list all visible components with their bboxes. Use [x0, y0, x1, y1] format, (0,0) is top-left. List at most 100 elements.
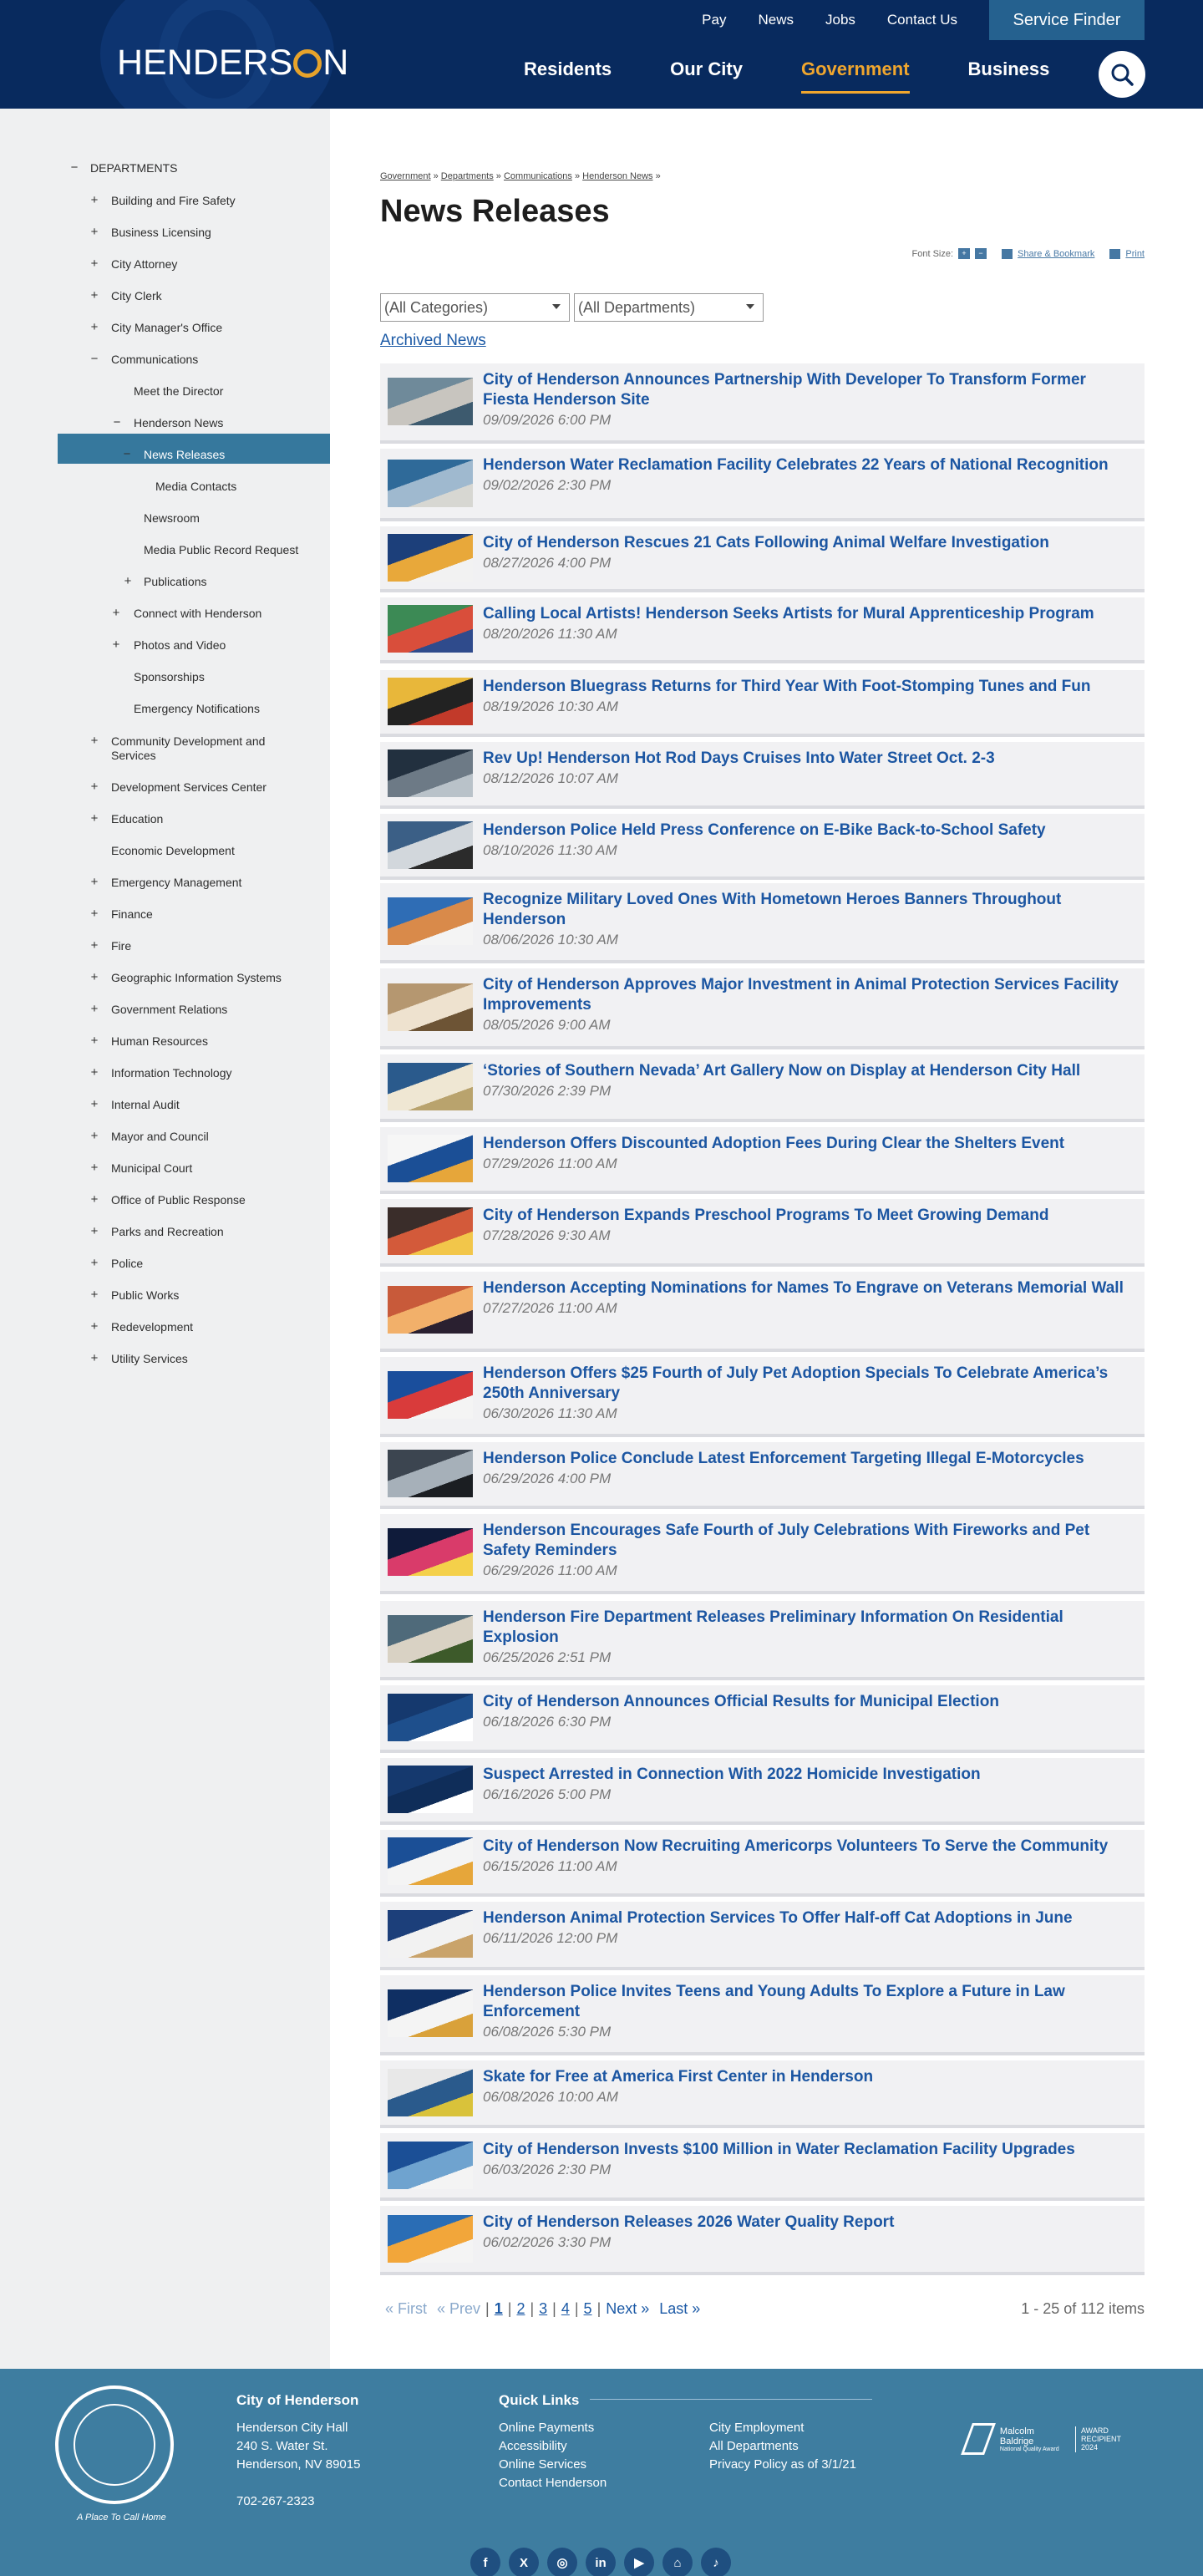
news-item-title[interactable]: Henderson Animal Protection Services To … [483, 1908, 1134, 1949]
expand-plus-icon[interactable]: + [110, 606, 122, 620]
news-item-title[interactable]: Calling Local Artists! Henderson Seeks A… [483, 604, 1134, 644]
news-thumbnail[interactable] [388, 1371, 473, 1419]
sidebar-item-henderson-news[interactable]: Henderson News [134, 416, 223, 430]
news-thumbnail[interactable] [388, 1286, 473, 1334]
footer-phone-link[interactable]: 702-267-2323 [236, 2492, 314, 2511]
expand-plus-icon[interactable]: + [89, 257, 100, 271]
breadcrumb-henderson-news[interactable]: Henderson News [582, 171, 652, 181]
news-item[interactable]: Calling Local Artists! Henderson Seeks A… [380, 597, 1145, 663]
sidebar-item-publications[interactable]: Publications [144, 575, 207, 589]
news-item[interactable]: Henderson Bluegrass Returns for Third Ye… [380, 670, 1145, 737]
breadcrumb-government[interactable]: Government [380, 171, 431, 181]
sidebar-item-city-manager-s-office[interactable]: City Manager's Office [111, 321, 222, 335]
sidebar-item-utility-services[interactable]: Utility Services [111, 1352, 188, 1366]
news-item[interactable]: City of Henderson Announces Partnership … [380, 363, 1145, 444]
sidebar-item-emergency-notifications[interactable]: Emergency Notifications [134, 702, 260, 716]
sidebar-item-internal-audit[interactable]: Internal Audit [111, 1098, 180, 1112]
expand-plus-icon[interactable]: + [122, 574, 134, 588]
news-item[interactable]: Suspect Arrested in Connection With 2022… [380, 1758, 1145, 1825]
breadcrumb-departments[interactable]: Departments [441, 171, 494, 181]
expand-plus-icon[interactable]: + [89, 907, 100, 921]
footer-link-contact[interactable]: Contact Henderson [499, 2474, 607, 2492]
news-thumbnail[interactable] [388, 534, 473, 582]
sidebar-item-news-releases[interactable]: News Releases [144, 448, 225, 462]
sidebar-item-sponsorships[interactable]: Sponsorships [134, 670, 205, 684]
news-item-title[interactable]: Henderson Police Held Press Conference o… [483, 821, 1134, 861]
footer-link-all-departments[interactable]: All Departments [709, 2437, 856, 2456]
sidebar-item-city-clerk[interactable]: City Clerk [111, 289, 162, 303]
news-item-title[interactable]: City of Henderson Invests $100 Million i… [483, 2140, 1134, 2180]
news-item-title[interactable]: Rev Up! Henderson Hot Rod Days Cruises I… [483, 749, 1134, 789]
sidebar-item-building-and-fire-safety[interactable]: Building and Fire Safety [111, 194, 236, 208]
news-thumbnail[interactable] [388, 2142, 473, 2189]
news-thumbnail[interactable] [388, 1910, 473, 1958]
sidebar-item-information-technology[interactable]: Information Technology [111, 1066, 232, 1080]
news-item[interactable]: City of Henderson Now Recruiting Americo… [380, 1830, 1145, 1897]
news-thumbnail[interactable] [388, 460, 473, 507]
sidebar-item-connect-with-henderson[interactable]: Connect with Henderson [134, 607, 261, 621]
news-thumbnail[interactable] [388, 1135, 473, 1182]
sidebar-item-departments[interactable]: DEPARTMENTS [90, 161, 178, 175]
news-item-title[interactable]: Skate for Free at America First Center i… [483, 2067, 1134, 2107]
expand-plus-icon[interactable]: + [89, 1256, 100, 1270]
collapse-minus-icon[interactable]: − [111, 415, 123, 429]
sidebar-item-newsroom[interactable]: Newsroom [144, 511, 200, 526]
news-item-title[interactable]: Recognize Military Loved Ones With Homet… [483, 890, 1134, 950]
news-item-title[interactable]: Henderson Offers $25 Fourth of July Pet … [483, 1364, 1134, 1424]
sidebar-item-economic-development[interactable]: Economic Development [111, 844, 235, 858]
utility-link-jobs[interactable]: Jobs [825, 12, 855, 28]
sidebar-item-finance[interactable]: Finance [111, 907, 153, 922]
news-thumbnail[interactable] [388, 378, 473, 425]
news-item[interactable]: Henderson Offers $25 Fourth of July Pet … [380, 1357, 1145, 1437]
news-thumbnail[interactable] [388, 983, 473, 1031]
sidebar-item-community-development-and-services[interactable]: Community Development and Services [111, 734, 312, 763]
share-bookmark-link[interactable]: Share & Bookmark [1018, 249, 1094, 259]
news-thumbnail[interactable] [388, 1528, 473, 1576]
news-thumbnail[interactable] [388, 1615, 473, 1663]
news-item[interactable]: Henderson Animal Protection Services To … [380, 1902, 1145, 1970]
expand-plus-icon[interactable]: + [89, 1319, 100, 1334]
expand-plus-icon[interactable]: + [89, 1065, 100, 1080]
facebook-icon[interactable]: f [470, 2548, 500, 2576]
archived-news-link[interactable]: Archived News [380, 332, 486, 350]
news-item-title[interactable]: City of Henderson Announces Partnership … [483, 370, 1134, 430]
sidebar-item-education[interactable]: Education [111, 812, 163, 826]
font-increase-button[interactable]: + [958, 248, 971, 259]
expand-plus-icon[interactable]: + [110, 638, 122, 652]
footer-link-privacy[interactable]: Privacy Policy as of 3/1/21 [709, 2456, 856, 2474]
sidebar-item-media-public-record-request[interactable]: Media Public Record Request [144, 543, 298, 557]
news-item[interactable]: ‘Stories of Southern Nevada’ Art Gallery… [380, 1054, 1145, 1122]
x-icon[interactable]: X [509, 2548, 539, 2576]
sidebar-item-city-attorney[interactable]: City Attorney [111, 257, 177, 272]
expand-plus-icon[interactable]: + [89, 811, 100, 826]
sidebar-item-geographic-information-systems[interactable]: Geographic Information Systems [111, 971, 282, 985]
footer-link-online-payments[interactable]: Online Payments [499, 2419, 607, 2437]
footer-link-employment[interactable]: City Employment [709, 2419, 856, 2437]
pager-last[interactable]: Last » [659, 2300, 700, 2318]
expand-plus-icon[interactable]: + [89, 1097, 100, 1111]
news-thumbnail[interactable] [388, 1766, 473, 1813]
news-thumbnail[interactable] [388, 2069, 473, 2116]
news-thumbnail[interactable] [388, 1989, 473, 2037]
news-item-title[interactable]: City of Henderson Announces Official Res… [483, 1692, 1134, 1732]
nav-our-city[interactable]: Our City [670, 58, 743, 85]
news-thumbnail[interactable] [388, 1694, 473, 1741]
sidebar-item-government-relations[interactable]: Government Relations [111, 1003, 227, 1017]
news-item[interactable]: City of Henderson Approves Major Investm… [380, 968, 1145, 1049]
footer-link-online-services[interactable]: Online Services [499, 2456, 607, 2474]
news-item-title[interactable]: Suspect Arrested in Connection With 2022… [483, 1765, 1134, 1805]
expand-plus-icon[interactable]: + [89, 288, 100, 302]
utility-link-contact[interactable]: Contact Us [887, 12, 957, 28]
sidebar-item-parks-and-recreation[interactable]: Parks and Recreation [111, 1225, 224, 1239]
search-button[interactable] [1099, 51, 1145, 98]
news-thumbnail[interactable] [388, 1207, 473, 1255]
news-item-title[interactable]: City of Henderson Approves Major Investm… [483, 975, 1134, 1035]
news-item-title[interactable]: Henderson Police Invites Teens and Young… [483, 1982, 1134, 2042]
news-item-title[interactable]: City of Henderson Releases 2026 Water Qu… [483, 2213, 1134, 2253]
news-thumbnail[interactable] [388, 2215, 473, 2263]
news-item-title[interactable]: City of Henderson Expands Preschool Prog… [483, 1206, 1134, 1246]
news-thumbnail[interactable] [388, 897, 473, 945]
sidebar-item-fire[interactable]: Fire [111, 939, 131, 953]
news-thumbnail[interactable] [388, 678, 473, 725]
city-seal-logo[interactable] [55, 2385, 174, 2504]
